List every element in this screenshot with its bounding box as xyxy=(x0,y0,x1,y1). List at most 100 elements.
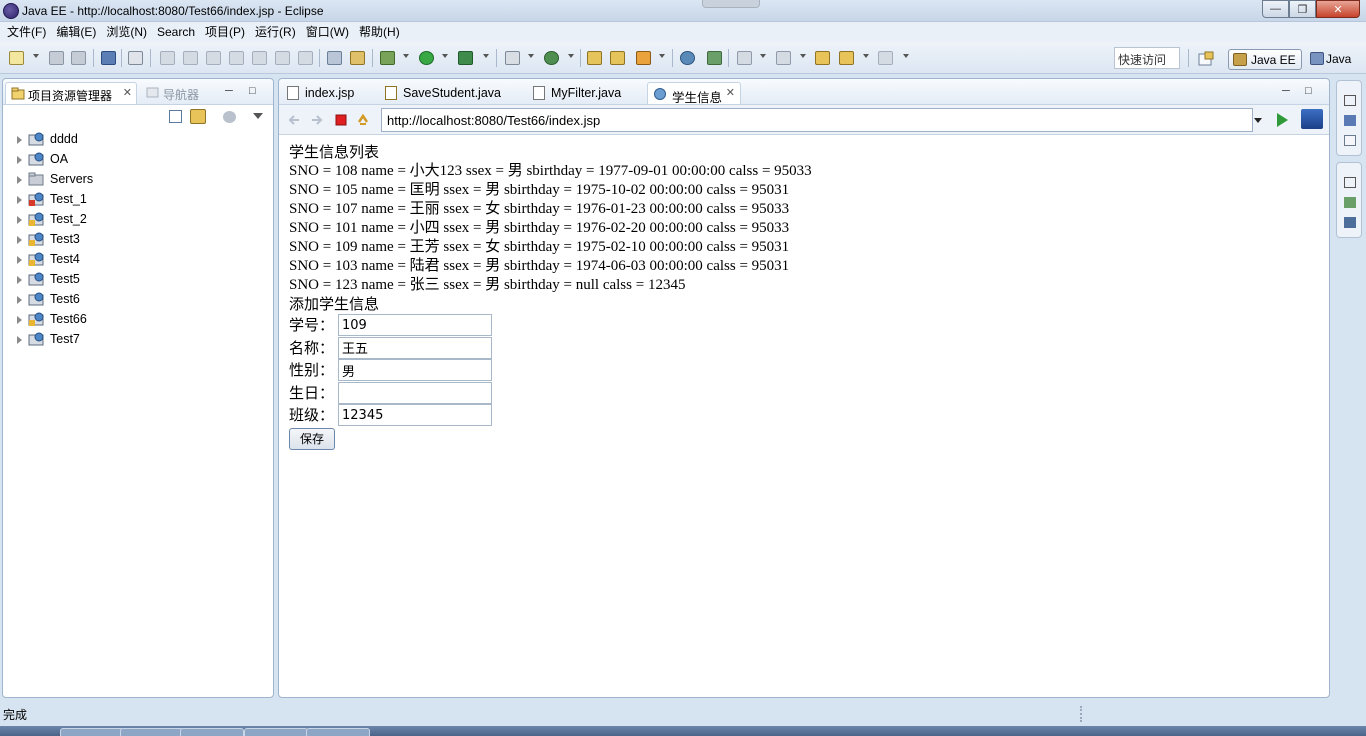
link-editor-icon[interactable] xyxy=(190,109,206,124)
taskbar-item[interactable] xyxy=(60,728,124,736)
external-tools-dropdown[interactable] xyxy=(483,54,489,58)
window-grip[interactable] xyxy=(702,0,760,8)
open-external-browser-icon[interactable] xyxy=(1301,109,1323,129)
prev-annotation-icon[interactable] xyxy=(776,51,791,65)
last-edit-icon[interactable] xyxy=(815,51,830,65)
new-icon[interactable] xyxy=(9,51,24,65)
back-dropdown[interactable] xyxy=(863,54,869,58)
skip-breakpoints-icon[interactable] xyxy=(128,51,143,65)
taskbar-item[interactable] xyxy=(180,728,244,736)
new-server-dropdown[interactable] xyxy=(528,54,534,58)
expand-icon[interactable] xyxy=(17,236,22,244)
taskbar-item[interactable] xyxy=(306,728,370,736)
outline-icon[interactable] xyxy=(1344,115,1356,126)
new-server-icon[interactable] xyxy=(505,51,520,65)
open-type-icon[interactable] xyxy=(587,51,602,65)
save-button[interactable]: 保存 xyxy=(289,427,335,450)
birthday-input[interactable] xyxy=(338,381,492,404)
expand-icon[interactable] xyxy=(17,196,22,204)
close-tab-icon[interactable]: ✕ xyxy=(726,86,735,99)
resume-icon[interactable] xyxy=(160,51,175,65)
sex-input[interactable] xyxy=(338,359,492,381)
run-dropdown[interactable] xyxy=(442,54,448,58)
url-input[interactable] xyxy=(381,108,1253,132)
external-tools-icon[interactable] xyxy=(458,51,473,65)
server-icon[interactable] xyxy=(350,51,365,65)
taskbar-item[interactable] xyxy=(244,728,308,736)
console-icon[interactable] xyxy=(101,51,116,65)
menu-edit[interactable]: 编辑(E) xyxy=(51,22,101,42)
go-button[interactable] xyxy=(1277,113,1288,127)
restore-icon[interactable] xyxy=(1344,177,1356,188)
tree-item-test66[interactable]: Test66 xyxy=(3,309,273,329)
minimize-button[interactable]: — xyxy=(1262,0,1289,18)
browser-icon[interactable] xyxy=(680,51,695,65)
maximize-button[interactable]: ❐ xyxy=(1289,0,1316,18)
expand-icon[interactable] xyxy=(17,336,22,344)
tree-item-test4[interactable]: Test4 xyxy=(3,249,273,269)
tab-navigator[interactable]: 导航器 xyxy=(141,82,221,104)
expand-icon[interactable] xyxy=(17,156,22,164)
new-java-class-dropdown[interactable] xyxy=(568,54,574,58)
tree-item-servers[interactable]: Servers xyxy=(3,169,273,189)
close-tab-icon[interactable]: ✕ xyxy=(123,86,132,99)
debug-dropdown[interactable] xyxy=(403,54,409,58)
search-dropdown[interactable] xyxy=(659,54,665,58)
minimize-view-icon[interactable]: ─ xyxy=(225,85,233,97)
terminate-icon[interactable] xyxy=(206,51,221,65)
disconnect-icon[interactable] xyxy=(229,51,244,65)
view-menu-icon[interactable] xyxy=(253,113,263,119)
tab-student-info[interactable]: 学生信息 ✕ xyxy=(647,82,741,105)
forward-icon[interactable] xyxy=(878,51,893,65)
toggle-icon[interactable] xyxy=(707,51,722,65)
tree-item-test-1[interactable]: Test_1 xyxy=(3,189,273,209)
minimize-editor-icon[interactable]: ─ xyxy=(1282,85,1290,97)
open-perspective-icon[interactable] xyxy=(1198,51,1216,67)
menu-project[interactable]: 项目(P) xyxy=(200,22,250,42)
debug-icon[interactable] xyxy=(380,51,395,65)
tree-item-test5[interactable]: Test5 xyxy=(3,269,273,289)
tab-project-explorer[interactable]: 项目资源管理器 ✕ xyxy=(5,82,137,104)
run-icon[interactable] xyxy=(419,51,434,65)
quick-access-input[interactable]: 快速访问 xyxy=(1114,47,1180,69)
expand-icon[interactable] xyxy=(17,136,22,144)
maximize-editor-icon[interactable]: □ xyxy=(1305,85,1312,97)
expand-icon[interactable] xyxy=(17,276,22,284)
step-return-icon[interactable] xyxy=(298,51,313,65)
tree-item-test-2[interactable]: Test_2 xyxy=(3,209,273,229)
tree-item-oa[interactable]: OA xyxy=(3,149,273,169)
prev-annotation-dropdown[interactable] xyxy=(800,54,806,58)
task-list-icon[interactable] xyxy=(1344,135,1356,146)
open-task-icon[interactable] xyxy=(610,51,625,65)
collapse-all-icon[interactable] xyxy=(169,110,182,123)
menu-window[interactable]: 窗口(W) xyxy=(301,22,354,42)
save-all-icon[interactable] xyxy=(71,51,86,65)
url-history-dropdown[interactable] xyxy=(1254,118,1262,123)
expand-icon[interactable] xyxy=(17,296,22,304)
name-input[interactable] xyxy=(338,336,492,359)
refresh-icon[interactable] xyxy=(356,113,370,127)
restore-icon[interactable] xyxy=(1344,95,1356,106)
expand-icon[interactable] xyxy=(17,216,22,224)
filter-icon[interactable] xyxy=(223,111,236,123)
menu-file[interactable]: 文件(F) xyxy=(2,22,51,42)
suspend-icon[interactable] xyxy=(183,51,198,65)
sno-input[interactable] xyxy=(338,314,492,336)
new-java-class-icon[interactable] xyxy=(544,51,559,65)
expand-icon[interactable] xyxy=(17,256,22,264)
step-into-icon[interactable] xyxy=(252,51,267,65)
perspective-javaee[interactable]: Java EE xyxy=(1228,49,1302,70)
step-over-icon[interactable] xyxy=(275,51,290,65)
forward-arrow-icon[interactable] xyxy=(310,113,324,127)
menu-navigate[interactable]: 浏览(N) xyxy=(101,22,152,42)
tree-item-dddd[interactable]: dddd xyxy=(3,129,273,149)
menu-help[interactable]: 帮助(H) xyxy=(354,22,405,42)
console-view-icon[interactable] xyxy=(1344,217,1356,228)
taskbar-item[interactable] xyxy=(120,728,184,736)
next-annotation-dropdown[interactable] xyxy=(760,54,766,58)
tab-savestudent-java[interactable]: SaveStudent.java xyxy=(379,82,525,104)
tree-item-test7[interactable]: Test7 xyxy=(3,329,273,349)
save-icon[interactable] xyxy=(49,51,64,65)
close-button[interactable]: ✕ xyxy=(1316,0,1360,18)
expand-icon[interactable] xyxy=(17,316,22,324)
